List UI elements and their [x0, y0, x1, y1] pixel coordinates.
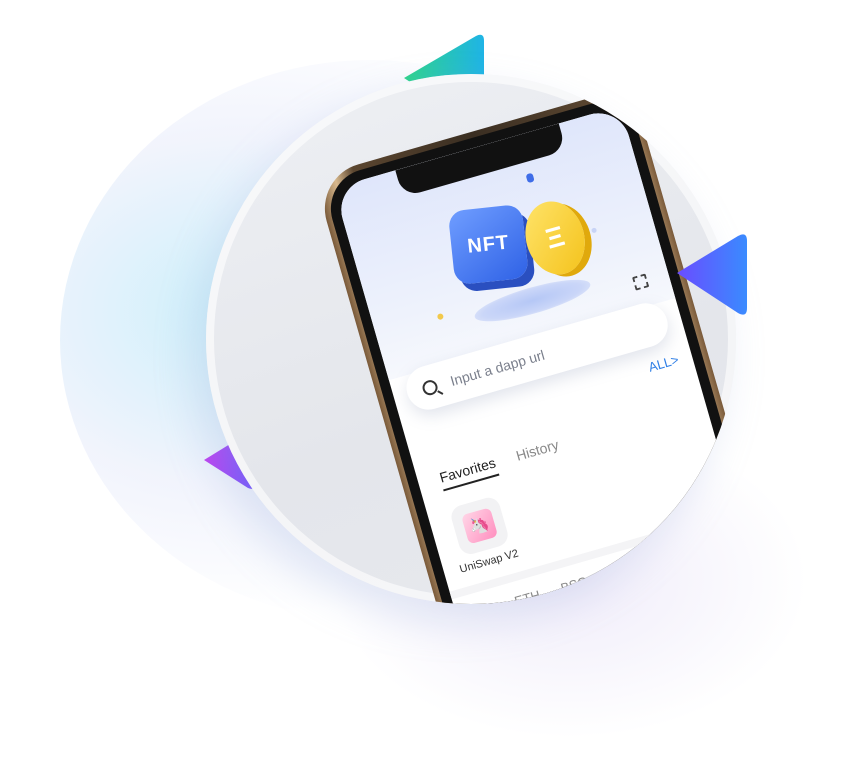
chain-tab-tron[interactable]: TRON	[606, 558, 646, 583]
phone-screen: NFT Ξ ALL> Favorites	[333, 105, 736, 604]
phone-frame: NFT Ξ ALL> Favorites	[314, 86, 736, 604]
tab-history[interactable]: History	[514, 436, 562, 469]
nft-cube-icon: NFT	[447, 203, 530, 286]
chain-filter-tabs: ETH BSC TRON	[513, 558, 646, 604]
uniswap-unicorn-icon: 🦄	[461, 507, 499, 545]
decorative-dot	[525, 172, 535, 184]
chain-tab-eth[interactable]: ETH	[513, 587, 542, 604]
favorite-dapp-tile[interactable]: 🦄	[448, 494, 511, 557]
nft-cube-label: NFT	[466, 230, 511, 258]
app-showcase-disc: NFT Ξ ALL> Favorites	[206, 74, 736, 604]
chain-tab-bsc[interactable]: BSC	[559, 574, 589, 596]
search-icon	[420, 377, 440, 397]
ethereum-coin-icon: Ξ	[517, 194, 594, 282]
all-dapps-link[interactable]: ALL>	[647, 352, 681, 375]
phone-bezel: NFT Ξ ALL> Favorites	[321, 93, 736, 604]
dapp-tabs: Favorites History	[437, 436, 562, 492]
decorative-dot	[590, 227, 598, 234]
tab-favorites[interactable]: Favorites	[437, 454, 500, 492]
phone-rotation-wrapper: NFT Ξ ALL> Favorites	[206, 74, 736, 604]
decorative-triangle-right	[677, 234, 747, 315]
decorative-dot	[436, 312, 445, 321]
